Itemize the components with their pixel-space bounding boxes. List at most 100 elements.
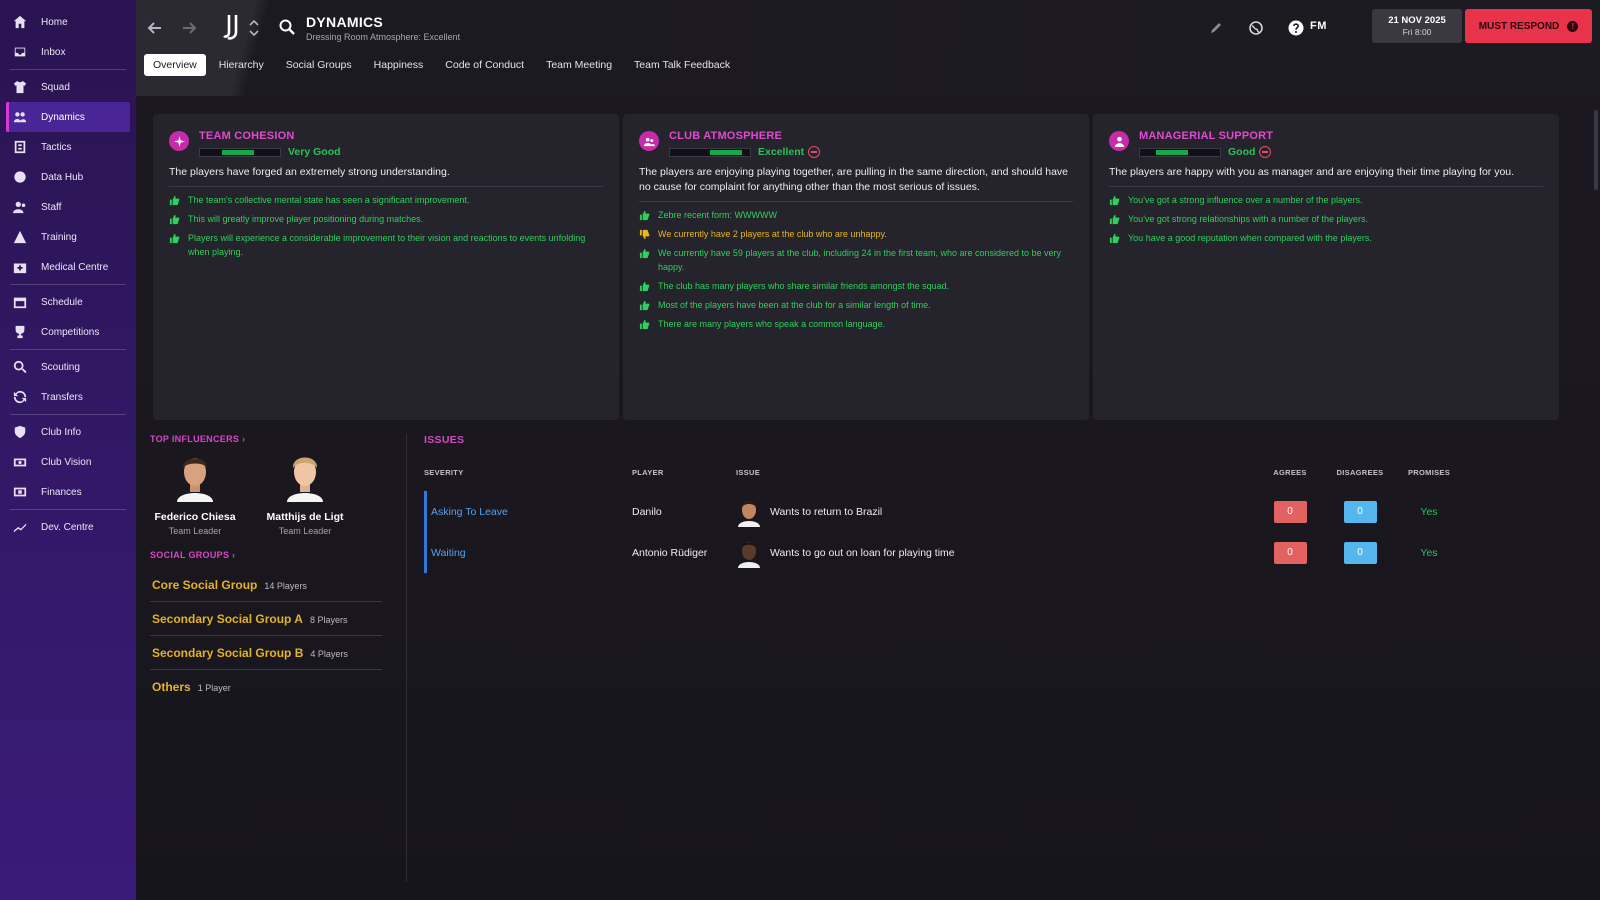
back-button[interactable] xyxy=(144,17,166,39)
promise-status: Yes xyxy=(1420,505,1438,518)
sidebar-item-transfers[interactable]: Transfers xyxy=(6,382,130,412)
issues-header-row: SEVERITY PLAYER ISSUE AGREES DISAGREES P… xyxy=(424,468,1554,477)
social-group-item[interactable]: Secondary Social Group B4 Players xyxy=(150,636,382,670)
panel-divider xyxy=(406,434,407,882)
social-group-item[interactable]: Secondary Social Group A8 Players xyxy=(150,602,382,636)
fm-logo[interactable]: FM xyxy=(1310,20,1327,32)
rating-bar xyxy=(1139,147,1221,157)
sidebar-item-label: Data Hub xyxy=(41,171,84,183)
club-switch-chevrons-icon[interactable] xyxy=(248,16,260,40)
tab-social-groups[interactable]: Social Groups xyxy=(277,54,361,76)
influencer-card[interactable]: Federico Chiesa Team Leader xyxy=(150,450,240,536)
issue-player[interactable]: Danilo xyxy=(632,506,736,518)
sidebar-item-squad[interactable]: Squad xyxy=(6,72,130,102)
agrees-count[interactable]: 0 xyxy=(1273,541,1307,564)
issue-description: Wants to return to Brazil xyxy=(736,497,1254,527)
sidebar-item-label: Schedule xyxy=(41,296,83,308)
influencer-role: Team Leader xyxy=(278,526,332,536)
rating-info-icon[interactable] xyxy=(808,146,821,158)
fact-item: The club has many players who share simi… xyxy=(639,279,1073,293)
scouting-icon xyxy=(12,359,28,375)
sidebar-divider xyxy=(10,509,126,510)
edit-button[interactable] xyxy=(1206,18,1226,38)
promises-cell: Yes xyxy=(1394,506,1464,518)
sidebar-divider xyxy=(10,69,126,70)
column-header-player[interactable]: PLAYER xyxy=(632,468,736,477)
rating-info-icon[interactable] xyxy=(1259,146,1272,158)
forward-button[interactable] xyxy=(178,17,200,39)
tab-team-talk-feedback[interactable]: Team Talk Feedback xyxy=(625,54,739,76)
managerial-support-card: MANAGERIAL SUPPORT Good The players are … xyxy=(1093,114,1559,420)
avatar xyxy=(738,541,760,568)
sidebar-item-dynamics[interactable]: Dynamics xyxy=(6,102,130,132)
fact-item: We currently have 2 players at the club … xyxy=(639,227,1073,241)
sidebar-item-finances[interactable]: Finances xyxy=(6,477,130,507)
sidebar-item-home[interactable]: Home xyxy=(6,7,130,37)
must-respond-button[interactable]: MUST RESPOND ! xyxy=(1465,9,1592,43)
team-cohesion-card: TEAM COHESION Very Good The players have… xyxy=(153,114,619,420)
agrees-count[interactable]: 0 xyxy=(1273,500,1307,523)
rating-bar-fill xyxy=(222,149,255,155)
social-groups-link[interactable]: SOCIAL GROUPS › xyxy=(150,550,382,560)
social-group-item[interactable]: Core Social Group 14 Players xyxy=(150,568,382,602)
disagrees-cell: 0 xyxy=(1326,500,1394,523)
arrow-left-icon xyxy=(147,22,161,34)
sidebar-item-tactics[interactable]: Tactics xyxy=(6,132,130,162)
influencer-card[interactable]: Matthijs de Ligt Team Leader xyxy=(260,450,350,536)
world-button[interactable] xyxy=(1246,18,1266,38)
card-description: The players are happy with you as manage… xyxy=(1109,165,1543,187)
tab-team-meeting[interactable]: Team Meeting xyxy=(537,54,621,76)
issue-player[interactable]: Antonio Rüdiger xyxy=(632,547,736,559)
sidebar-item-club-info[interactable]: Club Info xyxy=(6,417,130,447)
rating-label: Good xyxy=(1228,146,1256,158)
sidebar-item-competitions[interactable]: Competitions xyxy=(6,317,130,347)
thumbs-up-icon xyxy=(1109,233,1120,244)
tab-code-of-conduct[interactable]: Code of Conduct xyxy=(436,54,533,76)
column-header-severity[interactable]: SEVERITY xyxy=(424,468,632,477)
disagrees-count[interactable]: 0 xyxy=(1343,541,1377,564)
scrollbar[interactable] xyxy=(1594,110,1598,190)
issue-severity[interactable]: Waiting xyxy=(427,547,632,559)
avatar xyxy=(287,457,323,502)
sidebar-item-staff[interactable]: Staff xyxy=(6,192,130,222)
column-header-disagrees[interactable]: DISAGREES xyxy=(1326,468,1394,477)
sidebar-item-club-vision[interactable]: Club Vision xyxy=(6,447,130,477)
rating-bar xyxy=(669,147,751,157)
sidebar-item-data-hub[interactable]: Data Hub xyxy=(6,162,130,192)
column-header-promises[interactable]: PROMISES xyxy=(1394,468,1464,477)
sidebar-item-scouting[interactable]: Scouting xyxy=(6,352,130,382)
fact-item: We currently have 59 players at the club… xyxy=(639,246,1073,274)
thumbs-up-icon xyxy=(169,233,180,244)
help-button[interactable] xyxy=(1286,18,1306,38)
column-header-issue[interactable]: ISSUE xyxy=(736,468,1254,477)
fact-list: Zebre recent form: WWWWW We currently hav… xyxy=(639,208,1073,331)
tab-happiness[interactable]: Happiness xyxy=(365,54,433,76)
sidebar-item-medical-centre[interactable]: Medical Centre xyxy=(6,252,130,282)
card-title: MANAGERIAL SUPPORT xyxy=(1139,130,1274,142)
sidebar-item-dev-centre[interactable]: Dev. Centre xyxy=(6,512,130,542)
fact-text: There are many players who speak a commo… xyxy=(658,319,886,329)
sidebar-item-label: Staff xyxy=(41,201,62,213)
tab-hierarchy[interactable]: Hierarchy xyxy=(210,54,273,76)
thumbs-up-icon xyxy=(1109,214,1120,225)
date-continue-button[interactable]: 21 NOV 2025 Fri 8:00 xyxy=(1372,9,1462,43)
disagrees-count[interactable]: 0 xyxy=(1343,500,1377,523)
sidebar-item-inbox[interactable]: Inbox xyxy=(6,37,130,67)
sidebar-item-schedule[interactable]: Schedule xyxy=(6,287,130,317)
disagrees-cell: 0 xyxy=(1326,541,1394,564)
sidebar-item-training[interactable]: Training xyxy=(6,222,130,252)
club-crest-icon[interactable] xyxy=(222,12,244,42)
table-row[interactable]: Asking To Leave Danilo Wants to return t… xyxy=(427,491,1554,532)
issue-severity[interactable]: Asking To Leave xyxy=(427,506,632,518)
table-row[interactable]: Waiting Antonio Rüdiger Wants to go out … xyxy=(427,532,1554,573)
social-group-item[interactable]: Others 1 Player xyxy=(150,670,382,704)
sidebar-item-label: Training xyxy=(41,231,77,243)
top-influencers-link[interactable]: TOP INFLUENCERS › xyxy=(150,434,382,444)
thumbs-up-icon xyxy=(639,248,650,259)
tab-overview[interactable]: Overview xyxy=(144,54,206,76)
fact-text: The club has many players who share simi… xyxy=(658,281,950,291)
search-icon[interactable] xyxy=(278,18,296,36)
issues-panel: ISSUES SEVERITY PLAYER ISSUE AGREES DISA… xyxy=(424,434,1554,573)
fact-item: You have a good reputation when compared… xyxy=(1109,231,1543,245)
column-header-agrees[interactable]: AGREES xyxy=(1254,468,1326,477)
